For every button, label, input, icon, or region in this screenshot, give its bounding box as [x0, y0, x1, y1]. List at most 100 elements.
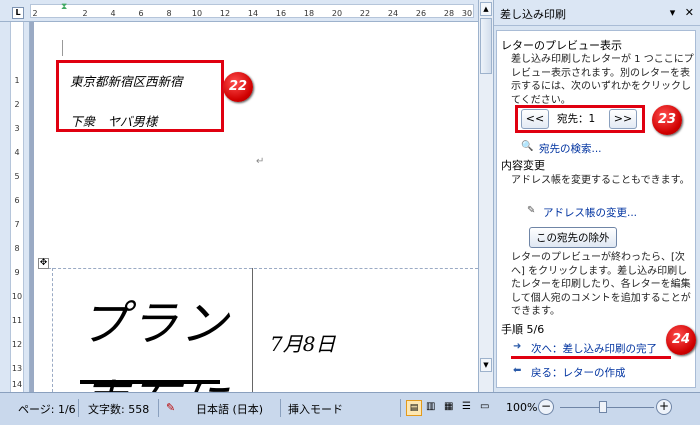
highlight-underline	[511, 356, 671, 359]
ruler-number: 1	[14, 76, 20, 85]
ruler-number: 26	[415, 9, 427, 18]
pane-title: 差し込み印刷	[500, 8, 566, 21]
ruler-number: 6	[138, 9, 144, 18]
next-recipient-button[interactable]: >>	[609, 109, 637, 129]
previous-step-link[interactable]: 戻る：レターの作成	[531, 365, 626, 380]
ruler-number: 8	[14, 244, 20, 253]
zoom-slider-track[interactable]	[560, 407, 654, 408]
divider	[280, 399, 281, 417]
zoom-slider-thumb[interactable]	[599, 401, 607, 413]
ruler-number: 7	[14, 220, 20, 229]
ruler-number: 14	[247, 9, 259, 18]
next-step-link[interactable]: 次へ：差し込み印刷の完了	[531, 341, 657, 356]
margin-mark	[62, 40, 63, 56]
table-move-handle-icon[interactable]: ✥	[38, 258, 49, 269]
chevron-down-icon[interactable]: ▾	[670, 6, 676, 19]
zoom-level[interactable]: 100%	[506, 401, 537, 414]
outline-icon[interactable]: ☰	[462, 401, 471, 412]
finish-description: レターのプレビューが終わったら、[次へ] をクリックします。差し込み印刷したレタ…	[511, 252, 691, 317]
proofing-icon[interactable]: ✎	[166, 401, 175, 414]
ruler-number: 28	[443, 9, 455, 18]
document-page[interactable]: 東京都新宿区西新宿 下衆 ヤバ男様 ↵ ✥ プラン 表石に 7月8日	[34, 22, 478, 392]
draft-icon[interactable]: ▭	[480, 401, 489, 412]
ruler-number: 18	[303, 9, 315, 18]
exclude-recipient-button[interactable]: この宛先の除外	[529, 227, 617, 248]
table-border	[252, 268, 253, 392]
callout-badge-22: 22	[223, 72, 253, 102]
callout-badge-24: 24	[666, 325, 696, 355]
address-line[interactable]: 東京都新宿区西新宿	[70, 71, 183, 90]
table-border	[48, 268, 478, 269]
ruler-number: 11	[11, 316, 23, 325]
web-layout-icon[interactable]: ▦	[444, 401, 453, 412]
previous-recipient-button[interactable]: <<	[521, 109, 549, 129]
ruler-number: 16	[275, 9, 287, 18]
print-layout-icon[interactable]: ▤	[406, 400, 422, 416]
ruler-number: 5	[14, 172, 20, 181]
close-icon[interactable]: ✕	[685, 6, 694, 19]
table-border	[52, 268, 53, 392]
pane-controls: ▾ ✕	[670, 6, 694, 19]
date-text[interactable]: 7月8日	[270, 328, 335, 357]
zoom-out-icon[interactable]: −	[538, 399, 554, 415]
find-recipient-link[interactable]: 宛先の検索...	[539, 141, 602, 156]
ruler-number: 4	[110, 9, 116, 18]
arrow-right-icon: ➜	[513, 341, 522, 352]
ruler-number: 2	[32, 9, 38, 18]
search-icon: 🔍	[521, 141, 534, 152]
zoom-in-icon[interactable]: +	[656, 399, 672, 415]
ruler-number: 4	[14, 148, 20, 157]
status-bar: ページ: 1/6 文字数: 558 ✎ 日本語 (日本) 挿入モード ▤ ▥ ▦…	[0, 392, 700, 425]
ruler-number: 20	[331, 9, 343, 18]
ruler-number: 10	[191, 9, 203, 18]
insert-mode[interactable]: 挿入モード	[288, 401, 343, 417]
ruler-number: 24	[387, 9, 399, 18]
edit-addressbook-link[interactable]: アドレス帳の変更...	[543, 205, 637, 220]
step-indicator: 手順 5/6	[501, 323, 545, 336]
edit-list-icon: ✎	[527, 205, 536, 216]
ruler-strip: 2 ⧗ 2 4 6 8 10 12 14 16 18 20 22 24 26 2…	[30, 2, 474, 18]
page-count[interactable]: ページ: 1/6	[18, 401, 76, 417]
ruler-number: 13	[11, 364, 23, 373]
large-heading-text-2[interactable]: 表石に	[80, 364, 230, 392]
recipient-name[interactable]: 下衆 ヤバ男様	[70, 111, 157, 130]
callout-badge-23: 23	[652, 105, 682, 135]
ruler-number: 10	[11, 292, 23, 301]
ruler-number: 22	[359, 9, 371, 18]
preview-heading: レターのプレビュー表示	[501, 39, 622, 52]
large-heading-text[interactable]: プラン	[80, 284, 230, 354]
ruler-number: 14	[11, 380, 23, 389]
full-screen-reading-icon[interactable]: ▥	[426, 401, 435, 412]
scroll-up-icon[interactable]: ▲	[480, 2, 492, 16]
edit-description: アドレス帳を変更することもできます。	[511, 175, 690, 186]
divider	[400, 399, 401, 417]
ruler-number: 9	[14, 268, 20, 277]
paragraph-mark-icon: ↵	[256, 156, 265, 167]
language-indicator[interactable]: 日本語 (日本)	[196, 401, 263, 417]
recipient-counter: 宛先：1	[557, 113, 596, 125]
text-underline	[80, 380, 220, 384]
ruler-number: 6	[14, 196, 20, 205]
edit-heading: 内容変更	[501, 159, 545, 172]
divider	[158, 399, 159, 417]
ruler-number: 30	[461, 9, 473, 18]
vertical-scrollbar[interactable]: ▲ ▼	[478, 0, 493, 392]
ruler-number: 8	[166, 9, 172, 18]
ruler-number: 12	[11, 340, 23, 349]
ruler-number: 2	[14, 100, 20, 109]
tab-selector[interactable]: L	[12, 7, 24, 19]
preview-description: 差し込み印刷したレターが 1 つここにプレビュー表示されます。別のレターを表示す…	[511, 54, 694, 106]
indent-marker-icon[interactable]: ⧗	[61, 2, 67, 12]
document-area[interactable]: 東京都新宿区西新宿 下衆 ヤバ男様 ↵ ✥ プラン 表石に 7月8日	[30, 22, 478, 392]
scrollbar-thumb[interactable]	[480, 18, 492, 74]
ruler-number: 2	[82, 9, 88, 18]
word-count[interactable]: 文字数: 558	[88, 401, 149, 417]
horizontal-ruler: L 2 ⧗ 2 4 6 8 10 12 14 16 18 20 22 24 26…	[0, 0, 478, 22]
scroll-down-icon[interactable]: ▼	[480, 358, 492, 372]
divider	[78, 399, 79, 417]
ruler-number: 3	[14, 124, 20, 133]
pane-header: 差し込み印刷 ▾ ✕	[494, 0, 700, 26]
arrow-left-icon: ⬅	[513, 365, 522, 376]
vertical-ruler: 1 2 3 4 5 6 7 8 9 10 11 12 13 14	[0, 22, 30, 392]
ruler-number: 12	[219, 9, 231, 18]
